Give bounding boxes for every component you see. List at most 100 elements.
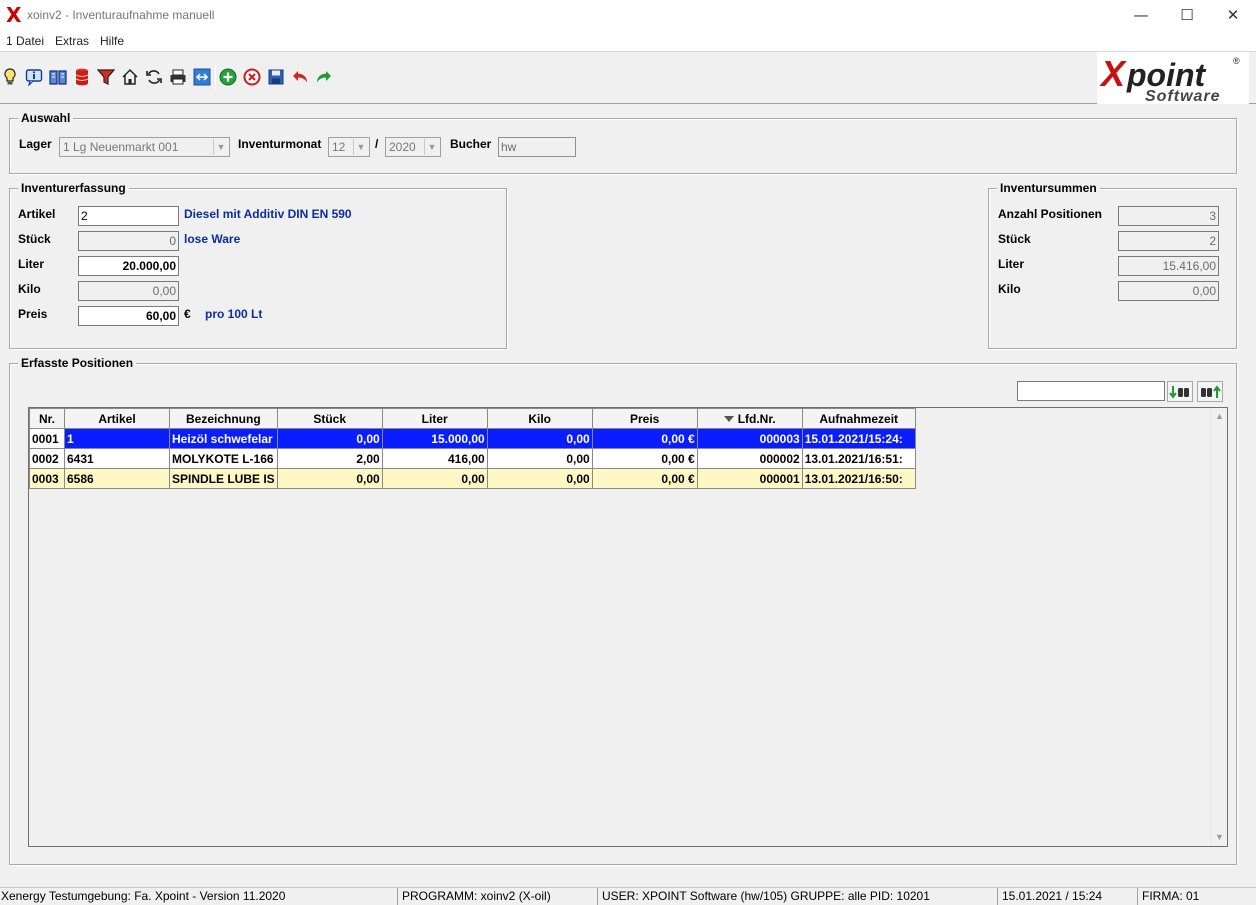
stueck-description: lose Ware bbox=[184, 232, 241, 246]
delete-icon[interactable] bbox=[242, 67, 262, 87]
artikel-input[interactable]: 2 bbox=[78, 206, 179, 226]
print-icon[interactable] bbox=[168, 67, 188, 87]
status-environment: Xenergy Testumgebung: Fa. Xpoint - Versi… bbox=[0, 888, 398, 905]
home-icon[interactable] bbox=[120, 67, 140, 87]
menu-hilfe[interactable]: Hilfe bbox=[100, 34, 124, 48]
column-header-preis[interactable]: Preis bbox=[591, 408, 698, 429]
find-previous-button[interactable] bbox=[1197, 381, 1223, 402]
vertical-scrollbar[interactable]: ▲ ▼ bbox=[1210, 408, 1227, 846]
info-icon[interactable] bbox=[24, 67, 44, 87]
cell-preis: 0,00 € bbox=[591, 428, 698, 449]
chevron-down-icon[interactable]: ▼ bbox=[213, 139, 228, 155]
column-header-kilo[interactable]: Kilo bbox=[486, 408, 593, 429]
svg-text:®: ® bbox=[1233, 56, 1240, 66]
summen-stueck-label: Stück bbox=[998, 232, 1031, 246]
menu-bar: 1 Datei Extras Hilfe bbox=[0, 32, 1256, 52]
book-icon[interactable] bbox=[48, 67, 68, 87]
menu-extras[interactable]: Extras bbox=[55, 34, 89, 48]
cell-lfdnr: 000002 bbox=[696, 448, 803, 469]
lightbulb-icon[interactable] bbox=[0, 67, 20, 87]
preis-input[interactable]: 60,00 bbox=[78, 306, 179, 326]
liter-label: Liter bbox=[18, 257, 45, 271]
kilo-field: 0,00 bbox=[78, 281, 179, 301]
anzahl-positionen-label: Anzahl Positionen bbox=[998, 207, 1103, 221]
column-header-liter[interactable]: Liter bbox=[381, 408, 488, 429]
window-title: xoinv2 - Inventuraufnahme manuell bbox=[27, 8, 215, 22]
redo-icon[interactable] bbox=[314, 67, 334, 87]
cell-aufnahmezeit: 15.01.2021/15:24: bbox=[801, 428, 916, 449]
cell-kilo: 0,00 bbox=[486, 468, 593, 489]
scroll-down-icon[interactable]: ▼ bbox=[1211, 829, 1228, 846]
refresh-icon[interactable] bbox=[144, 67, 164, 87]
find-up-icon bbox=[1201, 384, 1221, 398]
inventursummen-title: Inventursummen bbox=[997, 181, 1100, 195]
jahr-value: 2020 bbox=[389, 140, 416, 154]
column-header-aufnahmezeit[interactable]: Aufnahmezeit bbox=[801, 408, 916, 429]
cell-kilo: 0,00 bbox=[486, 448, 593, 469]
cell-bezeichnung: Heizöl schwefelar bbox=[169, 428, 278, 449]
app-logo-icon: X bbox=[6, 3, 22, 27]
search-input[interactable] bbox=[1017, 381, 1165, 401]
close-button[interactable]: ✕ bbox=[1210, 0, 1256, 32]
table-row[interactable]: 0003 6586 SPINDLE LUBE IS 0,00 0,00 0,00… bbox=[29, 468, 916, 489]
minimize-button[interactable]: — bbox=[1118, 0, 1164, 32]
summen-liter-field: 15.416,00 bbox=[1118, 256, 1219, 276]
cell-nr: 0002 bbox=[29, 448, 65, 469]
column-header-stueck[interactable]: Stück bbox=[276, 408, 383, 429]
monat-select[interactable]: 12 ▼ bbox=[328, 137, 370, 157]
undo-icon[interactable] bbox=[290, 67, 310, 87]
preis-description: pro 100 Lt bbox=[205, 307, 263, 321]
stueck-label: Stück bbox=[18, 232, 51, 246]
table-row[interactable]: 0001 1 Heizöl schwefelar 0,00 15.000,00 … bbox=[29, 428, 916, 449]
positions-grid[interactable]: Nr. Artikel Bezeichnung Stück Liter Kilo… bbox=[28, 407, 1228, 847]
filter-icon[interactable] bbox=[96, 67, 116, 87]
status-datetime: 15.01.2021 / 15:24 bbox=[1001, 888, 1138, 905]
chevron-down-icon[interactable]: ▼ bbox=[424, 139, 439, 155]
table-row[interactable]: 0002 6431 MOLYKOTE L-166 2,00 416,00 0,0… bbox=[29, 448, 916, 469]
lager-label: Lager bbox=[19, 137, 52, 151]
database-icon[interactable] bbox=[72, 67, 92, 87]
artikel-description: Diesel mit Additiv DIN EN 590 bbox=[184, 207, 352, 221]
bucher-label: Bucher bbox=[450, 137, 492, 151]
column-header-lfdnr[interactable]: Lfd.Nr. bbox=[696, 408, 803, 429]
status-bar: Xenergy Testumgebung: Fa. Xpoint - Versi… bbox=[0, 887, 1256, 905]
chevron-down-icon[interactable]: ▼ bbox=[353, 139, 368, 155]
cell-kilo: 0,00 bbox=[486, 428, 593, 449]
toolbar-separator bbox=[215, 64, 216, 90]
bucher-field: hw bbox=[498, 137, 576, 157]
lager-value: 1 Lg Neuenmarkt 001 bbox=[63, 140, 179, 154]
positions-table: Nr. Artikel Bezeichnung Stück Liter Kilo… bbox=[29, 408, 916, 489]
date-separator: / bbox=[375, 137, 379, 151]
menu-datei[interactable]: 1 Datei bbox=[6, 34, 44, 48]
summen-kilo-field: 0,00 bbox=[1118, 281, 1219, 301]
cell-nr: 0001 bbox=[29, 428, 65, 449]
preis-label: Preis bbox=[18, 307, 48, 321]
lager-select[interactable]: 1 Lg Neuenmarkt 001 ▼ bbox=[59, 137, 230, 157]
auswahl-title: Auswahl bbox=[18, 111, 74, 125]
jahr-select[interactable]: 2020 ▼ bbox=[385, 137, 441, 157]
status-programm: PROGRAMM: xoinv2 (X-oil) bbox=[401, 888, 598, 905]
column-header-lfdnr-label: Lfd.Nr. bbox=[737, 411, 776, 426]
cell-bezeichnung: SPINDLE LUBE IS bbox=[169, 468, 278, 489]
summen-kilo-label: Kilo bbox=[998, 282, 1021, 296]
find-down-icon bbox=[1169, 385, 1189, 399]
column-header-nr[interactable]: Nr. bbox=[29, 408, 65, 429]
column-header-bezeichnung[interactable]: Bezeichnung bbox=[169, 408, 278, 429]
logo-x: X bbox=[1099, 53, 1127, 94]
cell-preis: 0,00 € bbox=[591, 468, 698, 489]
cell-stueck: 0,00 bbox=[276, 428, 383, 449]
find-next-button[interactable] bbox=[1167, 381, 1193, 402]
cell-stueck: 0,00 bbox=[276, 468, 383, 489]
sort-descending-icon bbox=[723, 416, 734, 423]
auswahl-group: Auswahl Lager 1 Lg Neuenmarkt 001 ▼ Inve… bbox=[9, 111, 1237, 174]
anzahl-positionen-field: 3 bbox=[1118, 206, 1219, 226]
cell-liter: 416,00 bbox=[381, 448, 488, 469]
maximize-button[interactable]: ☐ bbox=[1164, 0, 1210, 32]
scroll-up-icon[interactable]: ▲ bbox=[1211, 408, 1228, 425]
cell-liter: 15.000,00 bbox=[381, 428, 488, 449]
liter-input[interactable]: 20.000,00 bbox=[78, 256, 179, 276]
column-header-artikel[interactable]: Artikel bbox=[64, 408, 170, 429]
export-icon[interactable] bbox=[192, 67, 212, 87]
save-icon[interactable] bbox=[266, 67, 286, 87]
add-icon[interactable] bbox=[218, 67, 238, 87]
